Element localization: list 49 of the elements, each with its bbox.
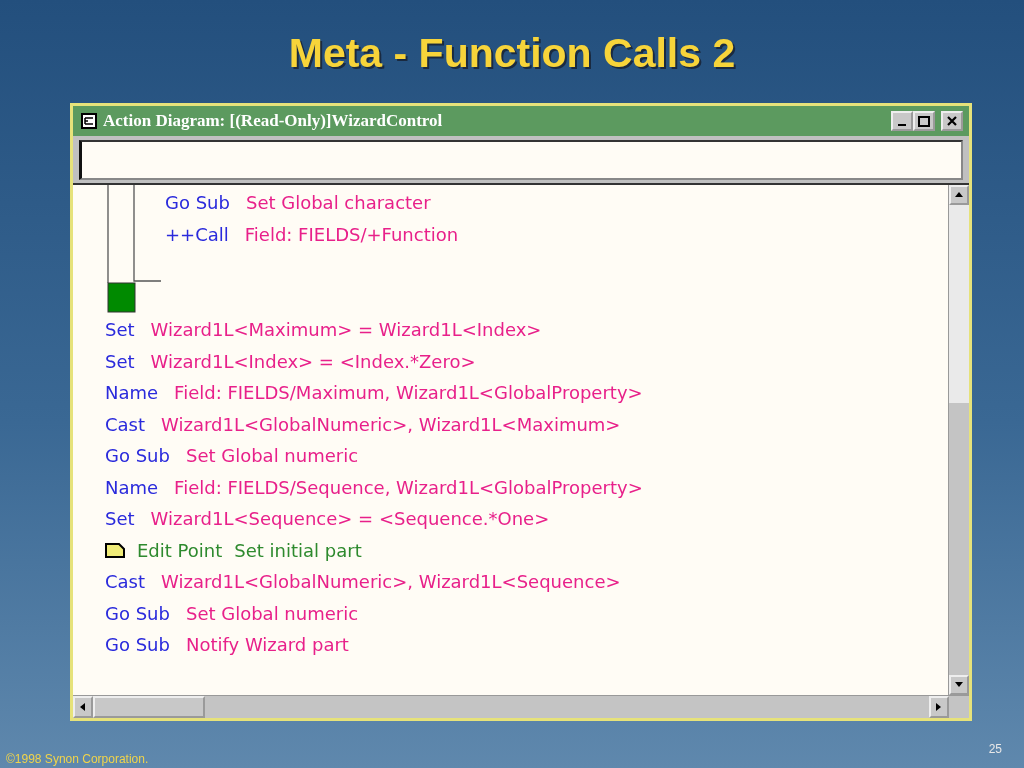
close-button[interactable] [941, 111, 963, 131]
statement-keyword: Cast [105, 571, 146, 593]
statement-keyword: Name [105, 476, 159, 498]
statement-text: Wizard1L<GlobalNumeric>, Wizard1L<Sequence> [161, 571, 621, 593]
up-arrow-icon [954, 190, 964, 200]
statement-text: Set Global character [245, 192, 431, 214]
page-number: 25 [988, 742, 1002, 758]
maximize-icon [918, 115, 930, 127]
statement-text: Wizard1L<Maximum> = Wizard1L<Index> [150, 319, 542, 341]
scroll-down-button[interactable] [949, 675, 969, 695]
close-icon [946, 115, 958, 127]
copyright-text: ©1998 Synon Corporation. [6, 752, 149, 766]
minimize-button[interactable] [891, 111, 913, 131]
statement-text: Notify Wizard part [185, 634, 349, 656]
statement-text: Set Global numeric [185, 602, 359, 624]
vertical-scrollbar[interactable] [948, 185, 969, 695]
statement-text: Field: FIELDS/+Function [244, 223, 459, 245]
statement-keyword: Edit Point [137, 539, 223, 561]
input-field[interactable] [79, 140, 963, 180]
statement-keyword: Set [105, 508, 135, 530]
statement-text: Field: FIELDS/Sequence, Wizard1L<GlobalProperty> [174, 476, 643, 498]
slide-title: Meta - Function Calls 2 [287, 29, 737, 78]
scroll-thumb[interactable] [93, 696, 205, 718]
statement-keyword: Go Sub [105, 634, 170, 656]
scroll-up-button[interactable] [949, 185, 969, 205]
statement-text: Wizard1L<GlobalNumeric>, Wizard1L<Maximum> [161, 413, 621, 435]
statement-keyword: Go Sub [165, 192, 230, 214]
statement-keyword: Go Sub [105, 602, 170, 624]
statement-text: Wizard1L<Index> = <Index.*Zero> [150, 350, 476, 372]
statement-text: Field: FIELDS/Maximum, Wizard1L<GlobalProperty> [174, 382, 643, 404]
window-icon [81, 113, 97, 129]
statement-text: Set initial part [234, 539, 362, 561]
statement-keyword: ++Call [165, 223, 229, 245]
scroll-right-button[interactable] [929, 696, 949, 718]
statement-keyword: Set [105, 350, 135, 372]
statement-text: Set Global numeric [185, 445, 359, 467]
note-icon [105, 542, 125, 558]
scroll-thumb[interactable] [949, 205, 969, 403]
statement-keyword: Cast [105, 413, 146, 435]
maximize-button[interactable] [913, 111, 935, 131]
left-arrow-icon [78, 702, 88, 712]
statement-keyword: Name [105, 382, 159, 404]
statement-text: Wizard1L<Sequence> = <Sequence.*One> [150, 508, 550, 530]
window-title: Action Diagram: [(Read-Only)]WizardControl [103, 111, 444, 131]
statement-keyword: Go Sub [105, 445, 170, 467]
horizontal-scrollbar[interactable] [73, 695, 969, 718]
minimize-icon [898, 124, 906, 126]
statement-keyword: Set [105, 319, 135, 341]
scroll-left-button[interactable] [73, 696, 93, 718]
